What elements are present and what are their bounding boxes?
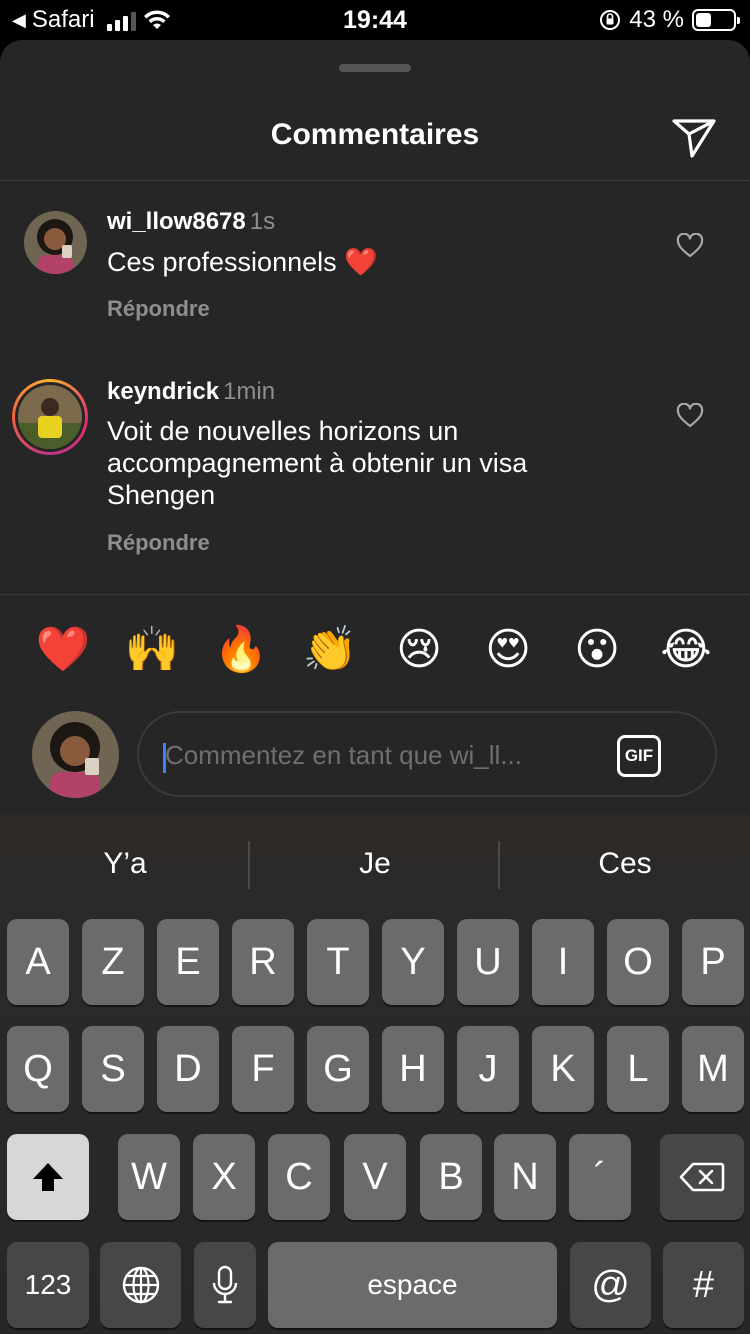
reaction-raised-hands[interactable]: 🙌 bbox=[122, 620, 182, 680]
key-p[interactable]: P bbox=[682, 919, 744, 1005]
reaction-surprised[interactable]: 😮 bbox=[567, 620, 627, 680]
sheet-grabber[interactable] bbox=[339, 64, 411, 72]
key-k[interactable]: K bbox=[532, 1026, 594, 1112]
key-g[interactable]: G bbox=[307, 1026, 369, 1112]
comment-time: 1s bbox=[249, 208, 276, 235]
microphone-icon bbox=[212, 1265, 238, 1304]
key-n[interactable]: N bbox=[494, 1134, 556, 1220]
key-z[interactable]: Z bbox=[82, 919, 144, 1005]
key-x[interactable]: X bbox=[193, 1134, 255, 1220]
suggestion-3[interactable]: Ces bbox=[500, 815, 750, 913]
heart-icon[interactable] bbox=[676, 233, 704, 259]
space-key[interactable]: espace bbox=[268, 1242, 557, 1328]
story-avatar[interactable] bbox=[12, 379, 88, 455]
key-h[interactable]: H bbox=[382, 1026, 444, 1112]
key-c[interactable]: C bbox=[268, 1134, 330, 1220]
current-user-avatar bbox=[32, 711, 119, 798]
key-i[interactable]: I bbox=[532, 919, 594, 1005]
reactions-divider bbox=[0, 594, 750, 595]
avatar[interactable] bbox=[24, 211, 87, 274]
quick-reactions-bar: ❤️ 🙌 🔥 👏 😢 😍 😮 😂 bbox=[0, 620, 750, 680]
suggestion-1[interactable]: Y’a bbox=[0, 815, 250, 913]
orientation-lock-icon bbox=[600, 10, 621, 30]
battery-percent: 43 % bbox=[629, 6, 684, 33]
suggestion-2[interactable]: Je bbox=[250, 815, 500, 913]
key-t[interactable]: T bbox=[307, 919, 369, 1005]
key-o[interactable]: O bbox=[607, 919, 669, 1005]
key-q[interactable]: Q bbox=[7, 1026, 69, 1112]
key-e[interactable]: E bbox=[157, 919, 219, 1005]
key-d[interactable]: D bbox=[157, 1026, 219, 1112]
gif-button[interactable]: GIF bbox=[617, 735, 661, 777]
share-send-icon[interactable] bbox=[670, 112, 718, 160]
key-r[interactable]: R bbox=[232, 919, 294, 1005]
globe-icon bbox=[122, 1266, 159, 1304]
reaction-heart[interactable]: ❤️ bbox=[33, 620, 93, 680]
comment-text: Voit de nouvelles horizons un accompagne… bbox=[107, 416, 528, 510]
comment-username[interactable]: keyndrick bbox=[107, 378, 219, 405]
comment-input[interactable]: Commentez en tant que wi_ll... GIF bbox=[137, 711, 717, 797]
comment-placeholder: Commentez en tant que wi_ll... bbox=[165, 740, 522, 770]
key-m[interactable]: M bbox=[682, 1026, 744, 1112]
key-l[interactable]: L bbox=[607, 1026, 669, 1112]
text-caret bbox=[163, 743, 166, 773]
key-w[interactable]: W bbox=[118, 1134, 180, 1220]
backspace-icon bbox=[679, 1162, 725, 1192]
key-y[interactable]: Y bbox=[382, 919, 444, 1005]
numbers-key[interactable]: 123 bbox=[7, 1242, 89, 1328]
reaction-fire[interactable]: 🔥 bbox=[211, 620, 271, 680]
key-acute-accent[interactable]: ´ bbox=[569, 1134, 631, 1220]
keyboard: Y’a Je Ces A Z E R T Y U I O P Q S D F G… bbox=[0, 815, 750, 1334]
battery-icon bbox=[692, 9, 740, 31]
key-a[interactable]: A bbox=[7, 919, 69, 1005]
sheet-title: Commentaires bbox=[270, 118, 480, 151]
key-j[interactable]: J bbox=[457, 1026, 519, 1112]
globe-key[interactable] bbox=[100, 1242, 181, 1328]
at-key[interactable]: @ bbox=[570, 1242, 651, 1328]
comments-sheet: Commentaires wi_llow8678 1s Ces professio… bbox=[0, 40, 750, 815]
key-f[interactable]: F bbox=[232, 1026, 294, 1112]
hash-key[interactable]: # bbox=[663, 1242, 744, 1328]
shift-key[interactable] bbox=[7, 1134, 89, 1220]
header-divider bbox=[0, 180, 750, 181]
reaction-clap[interactable]: 👏 bbox=[300, 620, 360, 680]
comment-text: Ces professionnels ❤️ bbox=[107, 247, 378, 277]
reply-button[interactable]: Répondre bbox=[107, 530, 210, 556]
reaction-heart-eyes[interactable]: 😍 bbox=[478, 620, 538, 680]
key-v[interactable]: V bbox=[344, 1134, 406, 1220]
predictive-suggestions: Y’a Je Ces bbox=[0, 815, 750, 913]
reaction-crying[interactable]: 😢 bbox=[389, 620, 449, 680]
delete-key[interactable] bbox=[660, 1134, 744, 1220]
heart-icon[interactable] bbox=[676, 403, 704, 429]
dictation-key[interactable] bbox=[194, 1242, 256, 1328]
key-s[interactable]: S bbox=[82, 1026, 144, 1112]
key-u[interactable]: U bbox=[457, 919, 519, 1005]
comment-username[interactable]: wi_llow8678 bbox=[107, 208, 246, 235]
reply-button[interactable]: Répondre bbox=[107, 296, 210, 322]
key-b[interactable]: B bbox=[420, 1134, 482, 1220]
status-bar: ◀ Safari 19:44 43 % bbox=[0, 0, 750, 40]
comment-time: 1min bbox=[223, 378, 276, 405]
shift-icon bbox=[33, 1163, 63, 1191]
reaction-laughing[interactable]: 😂 bbox=[656, 620, 716, 680]
